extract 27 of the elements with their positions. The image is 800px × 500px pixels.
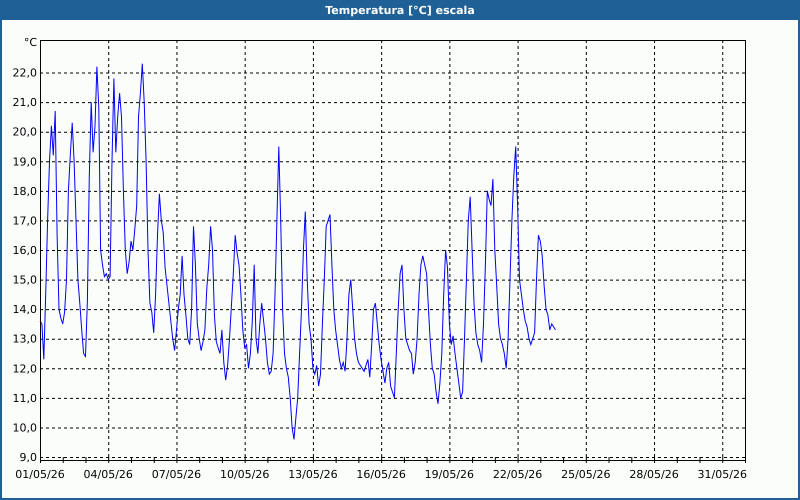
x-tick-label: 16/05/26	[356, 468, 406, 481]
y-tick-label: 22,0	[12, 66, 37, 80]
x-tick-label: 22/05/26	[492, 468, 542, 481]
x-tick-label: 13/05/26	[288, 468, 338, 481]
y-tick-label: 9,0	[20, 451, 37, 464]
y-tick-label: 11,0	[12, 392, 37, 405]
x-tick-label: 25/05/26	[561, 468, 610, 481]
y-tick-label: 15,0	[12, 274, 37, 287]
y-axis-unit: °C	[24, 36, 37, 49]
y-tick-label: 17,0	[12, 214, 37, 228]
y-tick-label: 19,0	[12, 155, 37, 168]
y-tick-label: 12,0	[12, 362, 37, 376]
x-tick-label: 28/05/26	[629, 468, 679, 481]
x-tick-label: 19/05/26	[424, 468, 474, 481]
x-tick-label: 31/05/26	[698, 468, 747, 481]
y-tick-label: 14,0	[12, 303, 37, 316]
y-tick-label: 10,0	[12, 421, 37, 434]
x-tick-label: 07/05/26	[152, 468, 202, 481]
x-tick-label: 04/05/26	[84, 468, 133, 481]
window-title: Temperatura [°C] escala	[0, 0, 800, 20]
y-tick-label: 18,0	[12, 184, 37, 198]
y-tick-label: 21,0	[12, 96, 37, 110]
y-tick-label: 20,0	[12, 126, 37, 139]
x-tick-label: 01/05/26	[15, 468, 65, 481]
x-tick-label: 10/05/26	[220, 468, 270, 481]
y-tick-label: 16,0	[12, 244, 37, 257]
y-tick-label: 13,0	[12, 332, 37, 346]
